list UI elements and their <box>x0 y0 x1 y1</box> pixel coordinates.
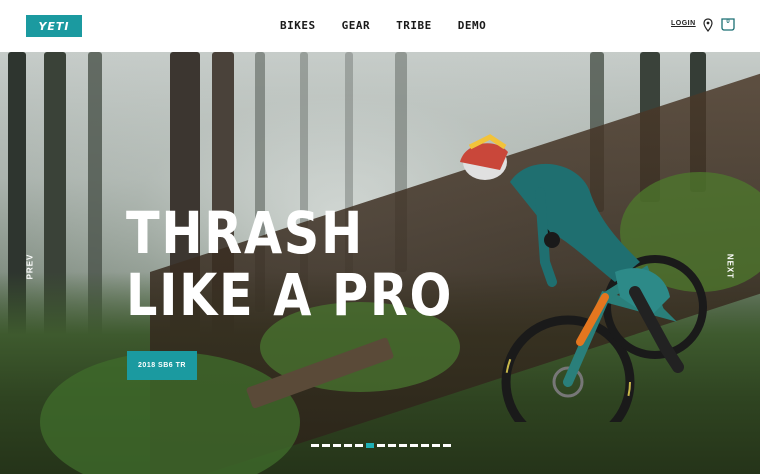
slide-dot[interactable] <box>399 444 407 447</box>
hero-title-line1: THRASH <box>126 199 364 267</box>
slide-indicator <box>311 443 451 448</box>
slide-dot[interactable] <box>333 444 341 447</box>
main-nav: BIKES GEAR TRIBE DEMO <box>280 19 486 32</box>
slide-dot[interactable] <box>355 444 363 447</box>
cart-count: 0 <box>726 19 730 25</box>
slide-dot[interactable] <box>311 444 319 447</box>
rider-illustration <box>460 134 707 422</box>
location-pin-icon[interactable] <box>703 18 713 32</box>
slide-dot[interactable] <box>432 444 440 447</box>
nav-demo[interactable]: DEMO <box>458 19 487 32</box>
slide-dot-active[interactable] <box>366 443 374 448</box>
login-link[interactable]: LOGIN <box>671 20 696 27</box>
yeti-logo[interactable]: YETI <box>26 15 82 37</box>
prev-label: PREV <box>25 253 35 280</box>
slide-dot[interactable] <box>421 444 429 447</box>
slide-dot[interactable] <box>377 444 385 447</box>
slide-dot[interactable] <box>388 444 396 447</box>
hero-cta-button[interactable]: 2018 SB6 TR <box>127 351 197 380</box>
slide-dot[interactable] <box>443 444 451 447</box>
hero-title-line2: LIKE A PRO <box>126 261 454 329</box>
nav-tribe[interactable]: TRIBE <box>396 19 432 32</box>
slide-dot[interactable] <box>410 444 418 447</box>
next-label: NEXT <box>725 253 735 280</box>
nav-bikes[interactable]: BIKES <box>280 19 316 32</box>
nav-gear[interactable]: GEAR <box>342 19 371 32</box>
slide-dot[interactable] <box>344 444 352 447</box>
cart-button[interactable]: 0 <box>721 18 735 31</box>
next-slide-button[interactable]: NEXT <box>722 252 736 282</box>
hero-title: THRASH LIKE A PRO <box>126 202 453 326</box>
prev-slide-button[interactable]: PREV <box>22 252 36 282</box>
hero-slider: THRASH LIKE A PRO 2018 SB6 TR PREV NEXT <box>0 52 760 474</box>
site-header: YETI BIKES GEAR TRIBE DEMO LOGIN 0 <box>0 0 760 52</box>
slide-dot[interactable] <box>322 444 330 447</box>
